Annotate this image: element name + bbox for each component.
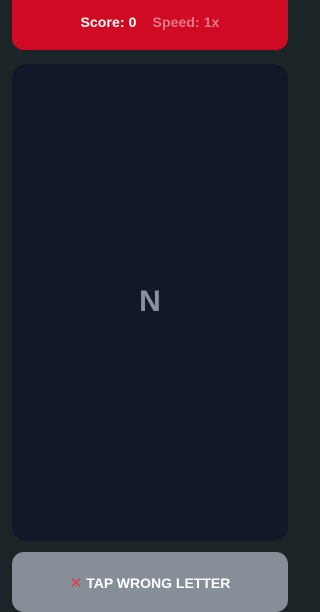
current-letter: N xyxy=(139,284,161,318)
score-header: Score: 0 Speed: 1x xyxy=(12,0,288,50)
speed-label: Speed: 1x xyxy=(152,14,220,30)
game-area[interactable]: N xyxy=(12,64,288,541)
tap-wrong-letter-label: TAP WRONG LETTER xyxy=(86,575,231,591)
score-label: Score: 0 xyxy=(80,14,137,30)
cross-mark-icon: ✕ xyxy=(69,575,83,592)
tap-wrong-letter-button[interactable]: ✕ TAP WRONG LETTER xyxy=(12,552,288,612)
